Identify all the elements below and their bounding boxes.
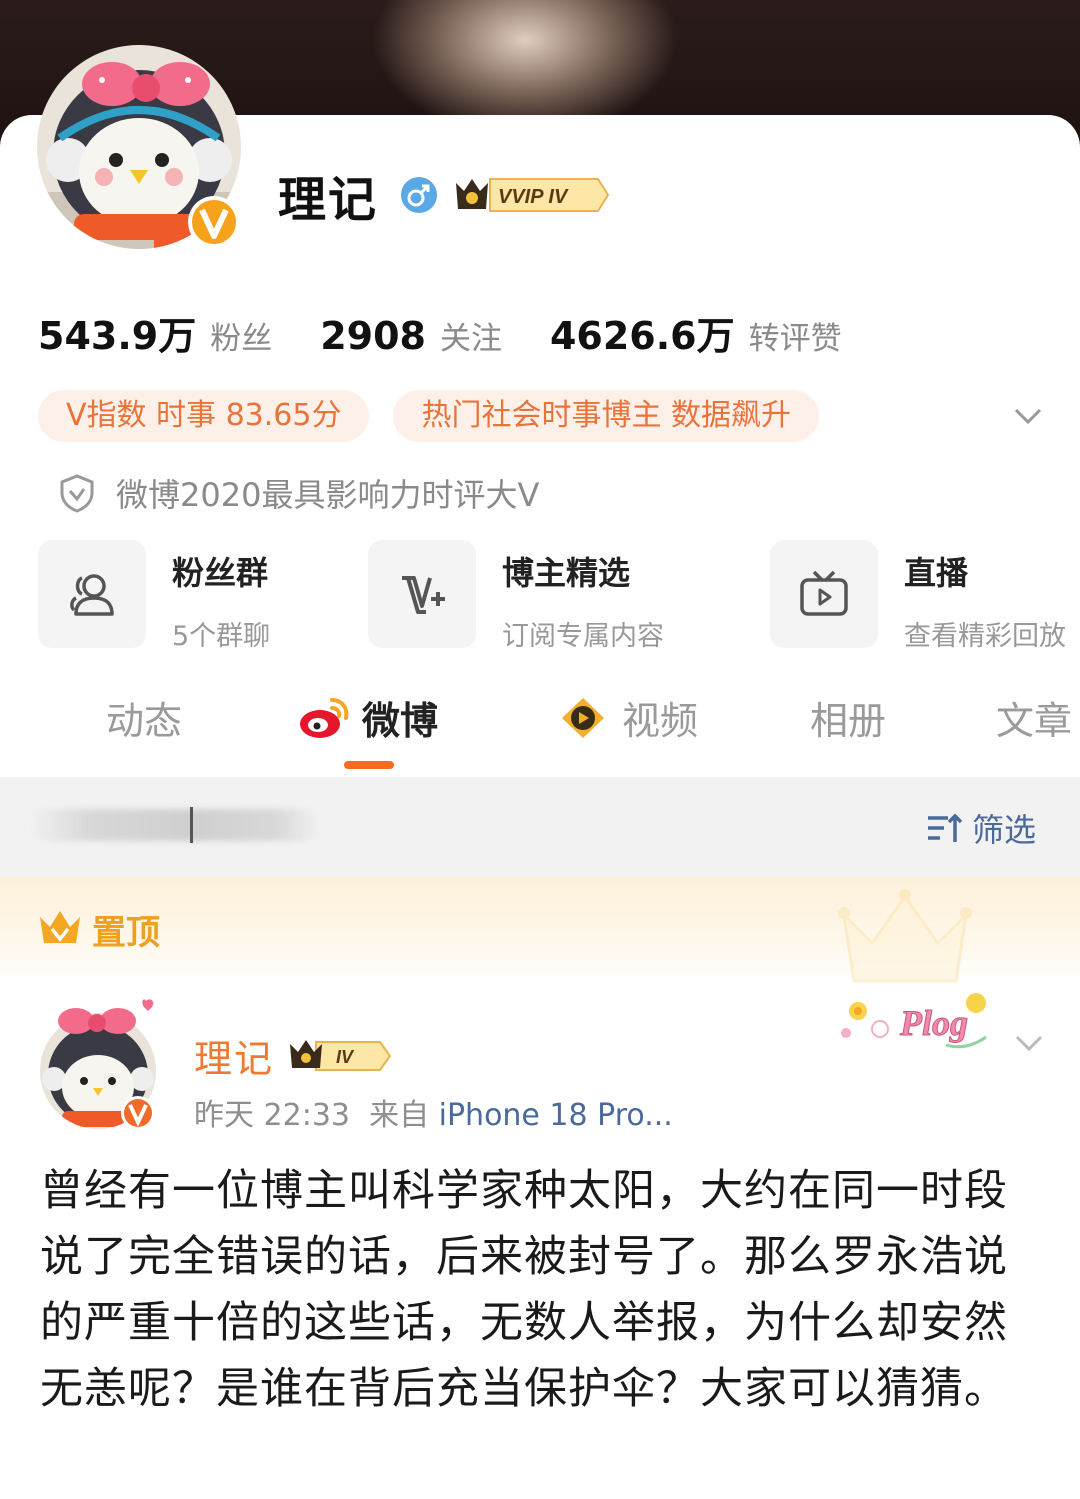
- post-source-prefix: 来自: [369, 1098, 430, 1133]
- crown-watermark-icon: [838, 889, 972, 983]
- tab-label: 微博: [362, 699, 439, 743]
- tab-label: 视频: [622, 699, 699, 743]
- entry-live[interactable]: 直播 查看精彩回放: [770, 540, 1066, 653]
- tab-activity[interactable]: 动态: [106, 690, 182, 745]
- post-author-name[interactable]: 理记: [194, 1028, 274, 1083]
- tab-album[interactable]: 相册: [810, 690, 886, 745]
- stat-interactions[interactable]: 4626.6万 转评赞: [550, 305, 842, 360]
- entry-blogger-selection[interactable]: 博主精选 订阅专属内容: [368, 540, 664, 653]
- post-author-avatar[interactable]: [38, 995, 164, 1133]
- blurred-content-mark: [190, 807, 193, 843]
- pinned-label: 置顶: [92, 913, 160, 953]
- entry-fan-group[interactable]: 粉丝群 5个群聊: [38, 540, 270, 653]
- tab-video[interactable]: 视频: [556, 690, 698, 745]
- profile-avatar[interactable]: [34, 42, 244, 252]
- stat-label: 转评赞: [748, 321, 842, 357]
- tab-label: 动态: [106, 699, 183, 743]
- svg-text:Plog: Plog: [899, 1003, 968, 1043]
- post-source[interactable]: iPhone 18 Pro...: [439, 1098, 673, 1133]
- hot-blogger-tag[interactable]: 热门社会时事博主 数据飙升: [393, 390, 820, 442]
- pinned-banner: 置顶: [0, 877, 1080, 987]
- entry-subtitle: 5个群聊: [172, 621, 271, 652]
- post-body-text: 曾经有一位博主叫科学家种太阳，大约在同一时段说了完全错误的话，后来被封号了。那么…: [40, 1166, 1008, 1414]
- shield-check-icon: [60, 474, 94, 513]
- tab-label: 文章: [996, 699, 1073, 743]
- entry-icon-box: [38, 540, 146, 648]
- post-time: 昨天 22:33: [194, 1098, 350, 1133]
- male-icon: [401, 177, 438, 213]
- tab-article[interactable]: 文章: [996, 690, 1072, 745]
- blurred-content: [30, 809, 320, 841]
- stat-value: 543.9万: [38, 314, 197, 358]
- stat-value: 4626.6万: [549, 314, 735, 358]
- honor-text: 微博2020最具影响力时评大V: [116, 476, 540, 514]
- video-icon: [562, 697, 604, 738]
- chevron-down-icon[interactable]: [1010, 398, 1046, 434]
- profile-tabs: 动态 微博 视频 相册 文章: [0, 690, 1080, 750]
- profile-tags: V指数 时事 83.65分 热门社会时事博主 数据飙升: [38, 390, 843, 442]
- filter-label: 筛选: [972, 811, 1037, 849]
- entry-title: 粉丝群: [172, 554, 269, 592]
- stat-fans[interactable]: 543.9万 粉丝: [38, 305, 272, 360]
- entry-subtitle: 订阅专属内容: [502, 621, 664, 652]
- honor-row[interactable]: 微博2020最具影响力时评大V: [58, 470, 539, 516]
- chevron-down-icon[interactable]: [1012, 1026, 1046, 1060]
- filter-bar: 筛选: [0, 777, 1080, 877]
- post-meta: 昨天 22:33 来自 iPhone 18 Pro...: [194, 1090, 673, 1134]
- filter-sort-icon: [928, 813, 963, 842]
- crown-icon: [40, 911, 80, 943]
- verified-v-icon: [188, 196, 240, 248]
- stat-label: 关注: [439, 321, 502, 357]
- stat-value: 2908: [320, 314, 426, 358]
- active-tab-indicator: [344, 761, 394, 769]
- profile-name: 理记: [278, 172, 379, 228]
- filter-button[interactable]: 筛选: [924, 805, 1036, 851]
- svg-text:IV: IV: [336, 1047, 355, 1067]
- profile-stats: 543.9万 粉丝 2908 关注 4626.6万 转评赞: [38, 305, 890, 360]
- live-tv-icon: [800, 570, 848, 616]
- entry-icon-box: [368, 540, 476, 648]
- svg-text:VVIP IV: VVIP IV: [498, 186, 569, 208]
- fan-group-icon: [70, 574, 114, 616]
- v-index-tag[interactable]: V指数 时事 83.65分: [38, 390, 370, 442]
- entry-title: 直播: [904, 554, 969, 592]
- stat-label: 粉丝: [210, 321, 273, 357]
- plog-sticker-icon[interactable]: Plog: [836, 985, 996, 1055]
- vip-level-badge-icon[interactable]: IV: [286, 1036, 392, 1076]
- verified-v-icon: [121, 1096, 155, 1130]
- post-author-row: 理记 IV: [194, 1028, 392, 1083]
- v-plus-icon: [402, 576, 445, 614]
- profile-name-row: 理记 VVIP IV: [278, 165, 610, 228]
- weibo-logo-icon: [300, 697, 349, 738]
- stat-following[interactable]: 2908 关注: [320, 313, 502, 358]
- vvip-badge-icon[interactable]: VVIP IV: [450, 173, 610, 217]
- entry-title: 博主精选: [502, 554, 631, 592]
- tab-label: 相册: [810, 699, 887, 743]
- entry-subtitle: 查看精彩回放: [904, 621, 1066, 652]
- entry-icon-box: [770, 540, 878, 648]
- tab-weibo[interactable]: 微博: [296, 690, 438, 745]
